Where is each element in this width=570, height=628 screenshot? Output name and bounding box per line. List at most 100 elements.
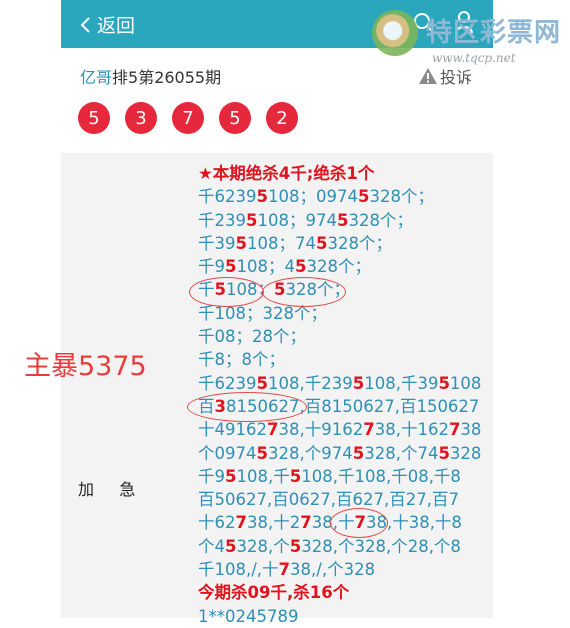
highlight-digit: 5 [256,373,268,393]
line-text: 108,千 [236,466,290,486]
forecast-line: 1**0245789 [198,605,488,628]
forecast-line: 千8；8个； [198,348,488,371]
number-ball: 3 [125,102,157,134]
forecast-line: 千395108；745328个； [198,232,488,255]
watermark-title: 特区彩票网 [426,18,562,48]
highlight-digit: 5 [289,466,302,486]
highlight-digit: 5 [438,443,450,463]
forecast-line: 千62395108；09745328个； [198,185,488,208]
warning-icon [419,68,437,84]
line-text: 千8；8个； [198,350,285,370]
watermark-url: www.tqcp.net [432,51,516,65]
line-text: 38,十2 [246,513,301,533]
forecast-line: 百50627,百0627,百627,百27,百7 [198,488,488,511]
highlight-digit: 5 [438,373,450,393]
forecast-line: 今期杀09千,杀16个 [198,581,488,604]
highlight-digit: 7 [300,513,312,533]
line-text: 千9 [198,466,225,486]
circle-annotation [187,392,307,422]
line-text: 个4 [198,536,225,556]
highlight-digit: 5 [336,210,349,230]
line-text: 328个； [306,257,371,277]
watermark-logo-icon [372,10,418,56]
back-label: 返回 [97,15,136,37]
line-text: 328 [449,443,482,463]
highlight-digit: 5 [357,187,370,207]
highlight-digit: 7 [448,420,461,440]
forecast-line: 千108,/,十738,/,个328 [198,558,488,581]
circle-annotation [330,508,388,538]
line-text: 328个； [348,210,413,230]
number-ball: 5 [219,102,251,134]
draw-numbers: 5 3 7 5 2 [78,102,313,134]
highlight-digit: ★本期绝杀4千;绝杀1个 [198,164,375,183]
highlight-digit: 5 [294,257,307,277]
highlight-digit: 7 [235,513,247,533]
highlight-digit: 5 [235,233,247,253]
highlight-digit: 5 [256,443,268,463]
chevron-left-icon [80,16,90,33]
highlight-digit: 5 [225,466,237,486]
forecast-line: 个09745328,个9745328,个745328 [198,442,488,465]
line-text: 108,千239 [267,373,353,393]
line-text: 38 [460,420,482,440]
author-link[interactable]: 亿哥 [80,68,112,87]
line-text: 38,十162 [374,420,449,440]
urgent-label: 加 急 [78,480,136,499]
line-text: 千108,/,十 [198,560,279,580]
forecast-line: 千2395108；9745328个； [198,209,488,232]
line-text: 328,个974 [267,443,353,463]
number-ball: 2 [266,102,298,134]
line-text: 108 [449,373,482,393]
forecast-line: 千95108,千5108,千108,千08,千8 [198,465,488,488]
highlight-digit: 5 [352,443,365,463]
line-text: 108；974 [257,210,337,230]
number-ball: 5 [78,102,110,134]
number-ball: 7 [172,102,204,134]
line-text: 百50627,百0627,百627,百27,百7 [198,490,459,510]
line-text: 十49162 [198,420,267,440]
line-text: 108,千108,千08,千8 [301,466,461,486]
highlight-digit: 7 [363,420,375,440]
complain-label: 投诉 [440,68,473,87]
line-text: 328,个328,个28,个8 [301,536,461,556]
highlight-digit: 5 [315,233,328,253]
handwritten-note: 主暴5375 [24,351,147,382]
line-text: 38,十9162 [278,420,364,440]
line-text: 38,/,个328 [290,560,376,580]
forecast-line: 千95108；45328个； [198,255,488,278]
line-text: 个0974 [198,443,257,463]
highlight-digit: 5 [352,373,365,393]
back-button[interactable]: 返回 [79,11,135,38]
forecast-line: ★本期绝杀4千;绝杀1个 [198,162,488,185]
complain-button[interactable]: 投诉 [418,64,472,88]
highlight-digit: 5 [256,187,268,207]
line-text: 1**0245789 [198,606,299,626]
line-text: 328,个 [236,536,290,556]
site-watermark: 特区彩票网 www.tqcp.net [372,8,562,68]
line-text: 千6239 [198,187,257,207]
line-text: 328个； [369,187,434,207]
forecast-line: 千08；28个； [198,325,488,348]
circle-annotation [189,277,264,307]
post-title: 亿哥排5第26055期 [80,64,221,88]
line-text: 千9 [198,257,225,277]
line-text: 十62 [198,513,236,533]
highlight-digit: 5 [289,536,302,556]
highlight-digit: 今期杀09千,杀16个 [198,583,350,603]
issue-title: 排5第26055期 [112,68,222,87]
line-text: 108；4 [236,257,295,277]
circle-annotation [262,277,346,307]
highlight-digit: 5 [225,257,237,277]
line-text: 千08；28个； [198,327,306,347]
line-text: 千6239 [198,373,257,393]
highlight-digit: 7 [278,560,291,580]
line-text: 108,千39 [364,373,439,393]
line-text: 108；74 [246,233,316,253]
highlight-digit: 5 [246,210,258,230]
highlight-digit: 5 [225,536,237,556]
line-text: 328个； [327,233,392,253]
line-text: 千39 [198,233,236,253]
highlight-digit: 7 [267,420,279,440]
line-text: 108；0974 [267,187,358,207]
